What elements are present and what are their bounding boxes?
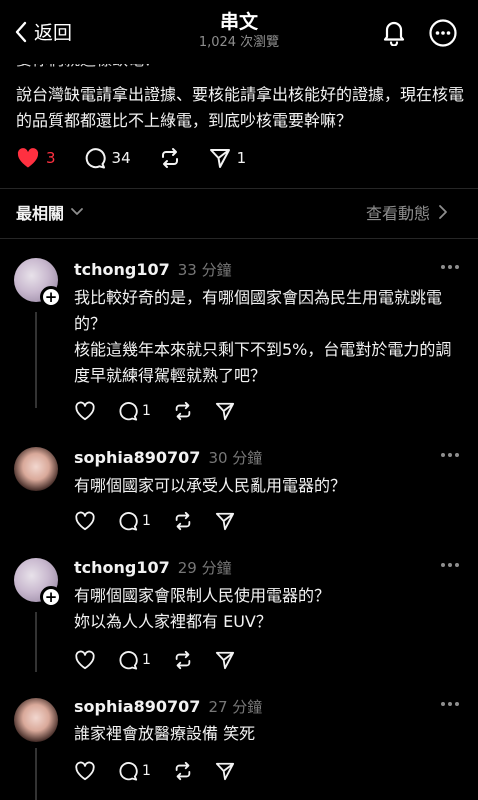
divider xyxy=(0,238,478,239)
top-bar: 返回 串文 1,024 次瀏覽 xyxy=(0,0,478,64)
comment-text: 我比較好奇的是，有哪個國家會因為民生用電就跳電的？ xyxy=(74,288,443,333)
repost-icon xyxy=(173,761,193,781)
send-icon xyxy=(215,401,235,421)
more-icon[interactable] xyxy=(440,447,460,463)
comment-count: 1 xyxy=(142,403,151,419)
share-count: 1 xyxy=(236,149,247,167)
heart-icon xyxy=(74,761,96,781)
heart-icon xyxy=(16,147,40,169)
like-button[interactable]: 3 xyxy=(16,147,56,169)
like-count: 3 xyxy=(46,149,56,167)
comment-username[interactable]: sophia890707 xyxy=(74,697,200,716)
more-icon[interactable] xyxy=(440,696,460,712)
comment-bubble-icon xyxy=(118,650,138,670)
repost-button[interactable] xyxy=(173,650,193,670)
comment-button[interactable]: 34 xyxy=(84,147,131,169)
comment-text: 有哪個國家會限制人民使用電器的？ xyxy=(74,586,331,605)
comment-text: 有哪個國家可以承受人民亂用電器的？ xyxy=(74,476,347,495)
repost-icon xyxy=(173,511,193,531)
comment-count: 1 xyxy=(142,652,151,668)
comment-bubble-icon xyxy=(118,761,138,781)
comment-time: 30 分鐘 xyxy=(208,449,263,467)
comment-bubble-icon xyxy=(118,511,138,531)
comment-bubble-icon xyxy=(118,401,138,421)
heart-icon xyxy=(74,401,96,421)
send-icon xyxy=(215,761,235,781)
sort-dropdown[interactable]: 最相關 xyxy=(16,200,84,224)
heart-icon xyxy=(74,511,96,531)
like-button[interactable] xyxy=(74,401,96,421)
share-button[interactable] xyxy=(215,761,235,781)
comment-button[interactable]: 1 xyxy=(118,761,151,781)
repost-button[interactable] xyxy=(173,761,193,781)
avatar[interactable] xyxy=(14,698,58,742)
comment-username[interactable]: tchong107 xyxy=(74,558,170,577)
heart-icon xyxy=(74,650,96,670)
avatar[interactable] xyxy=(14,447,58,491)
comment-button[interactable]: 1 xyxy=(118,650,151,670)
chevron-right-icon xyxy=(438,204,448,220)
comment-text: 核能這幾年本來就只剩下不到5%，台電對於電力的調度早就練得駕輕就熟了吧？ xyxy=(74,340,452,385)
comment-count: 1 xyxy=(142,513,151,529)
share-button[interactable] xyxy=(215,401,235,421)
comment-time: 27 分鐘 xyxy=(208,698,263,716)
follow-plus-icon[interactable]: + xyxy=(40,586,62,608)
comment-actions: 1 xyxy=(74,649,257,671)
comment-count: 1 xyxy=(142,763,151,779)
share-button[interactable] xyxy=(215,650,235,670)
comment-text: 妳以為人人家裡都有 EUV？ xyxy=(74,612,272,631)
comment-button[interactable]: 1 xyxy=(118,511,151,531)
view-activity-link[interactable]: 查看動態 xyxy=(366,200,448,224)
activity-label: 查看動態 xyxy=(366,204,431,223)
repost-icon xyxy=(173,650,193,670)
share-button[interactable]: 1 xyxy=(209,147,247,169)
comment-time: 33 分鐘 xyxy=(177,261,232,279)
comment-text: 誰家裡會放醫療設備 笑死 xyxy=(74,724,256,743)
follow-plus-icon[interactable]: + xyxy=(40,286,62,308)
comment-username[interactable]: tchong107 xyxy=(74,260,170,279)
more-icon[interactable] xyxy=(440,259,460,275)
repost-icon xyxy=(159,147,181,169)
thread-line xyxy=(35,748,37,800)
like-button[interactable] xyxy=(74,650,96,670)
bell-icon[interactable] xyxy=(380,18,408,46)
comment-actions: 1 xyxy=(74,760,257,782)
divider xyxy=(0,188,478,189)
like-button[interactable] xyxy=(74,761,96,781)
send-icon xyxy=(215,650,235,670)
comment-count: 34 xyxy=(111,149,131,167)
comment-actions: 1 xyxy=(74,400,257,422)
comment-button[interactable]: 1 xyxy=(118,401,151,421)
send-icon xyxy=(215,511,235,531)
repost-icon xyxy=(173,401,193,421)
send-icon xyxy=(209,147,231,169)
share-button[interactable] xyxy=(215,511,235,531)
post-stats: 3 34 1 xyxy=(16,146,274,170)
post-body: 說台灣缺電請拿出證據、要核能請拿出核能好的證據，現在核電的品質都都還比不上綠電，… xyxy=(16,85,465,130)
repost-button[interactable] xyxy=(173,401,193,421)
comment-header: tchong107 29 分鐘 xyxy=(74,557,232,578)
sort-label: 最相關 xyxy=(16,204,65,223)
like-button[interactable] xyxy=(74,511,96,531)
thread-line xyxy=(35,612,37,672)
comment-time: 29 分鐘 xyxy=(177,559,232,577)
comment-bubble-icon xyxy=(84,147,106,169)
more-circle-icon[interactable] xyxy=(428,18,458,48)
comment-username[interactable]: sophia890707 xyxy=(74,448,200,467)
repost-button[interactable] xyxy=(159,147,181,169)
thread-line xyxy=(35,312,37,408)
chevron-down-icon xyxy=(70,207,84,217)
comment-header: sophia890707 27 分鐘 xyxy=(74,696,262,717)
comment-header: sophia890707 30 分鐘 xyxy=(74,447,262,468)
repost-button[interactable] xyxy=(173,511,193,531)
more-icon[interactable] xyxy=(440,557,460,573)
comment-header: tchong107 33 分鐘 xyxy=(74,259,232,280)
comment-actions: 1 xyxy=(74,510,257,532)
